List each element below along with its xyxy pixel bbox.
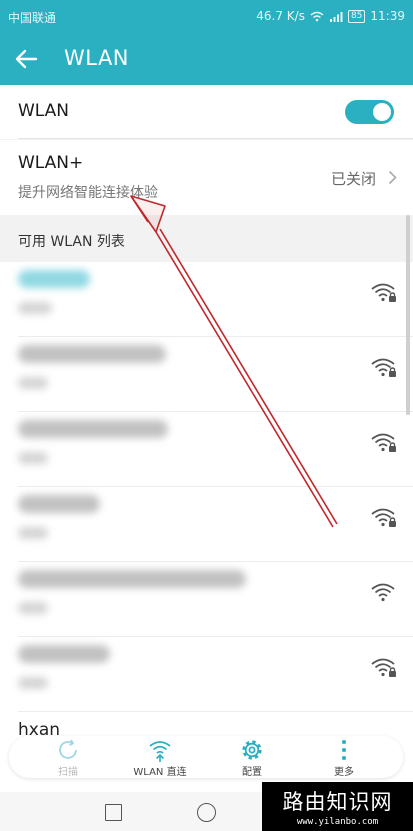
network-item[interactable] [0,412,413,487]
wlan-plus-status: 已关闭 [330,170,376,188]
network-item[interactable] [0,337,413,412]
network-status-blurred [18,677,48,689]
wifi-lock-icon [371,358,396,377]
watermark-title: 路由知识网 [282,790,393,814]
wifi-lock-icon [371,283,396,302]
more-button[interactable]: 更多 [304,737,384,778]
wifi-icon [371,583,395,602]
more-label: 更多 [334,767,354,778]
back-button[interactable] [10,45,42,73]
wifi-status-icon [310,11,324,21]
wifi-lock-icon [371,658,396,677]
section-title: 可用 WLAN 列表 [18,234,125,250]
scan-label: 扫描 [58,767,78,778]
wifi-lock-icon [371,508,396,527]
battery-icon: 85 [347,9,366,23]
network-status-blurred [18,377,48,389]
divider [18,711,413,712]
switch-knob [373,103,391,121]
network-item[interactable] [0,487,413,562]
available-networks-header: 可用 WLAN 列表 [0,215,413,262]
network-status-blurred [18,302,52,314]
network-name-blurred [18,420,168,438]
wlan-toggle-row[interactable]: WLAN [0,85,413,139]
scrollbar[interactable] [406,215,410,415]
network-name-blurred [18,645,110,663]
network-item[interactable] [0,562,413,637]
wifi-lock-icon [371,433,396,452]
network-name-blurred [18,495,100,513]
network-status-blurred [18,452,48,464]
arrow-left-icon [15,49,38,69]
network-item[interactable] [0,262,413,337]
more-icon [342,740,346,760]
signal-icon [329,11,343,22]
refresh-icon [59,739,77,759]
watermark: 路由知识网 www.yilanbo.com [262,782,413,831]
wlan-switch[interactable] [345,100,394,124]
clock: 11:39 [370,9,405,23]
status-icons: 46.7 K/s 85 11:39 [256,9,405,23]
wlan-label: WLAN [18,101,70,121]
network-status-blurred [18,527,48,539]
recents-square-icon[interactable] [105,804,122,821]
network-item[interactable] [0,637,413,712]
home-circle-icon[interactable] [197,803,216,822]
network-name-blurred [18,570,246,588]
wifi-direct-icon [149,741,171,762]
page-title: WLAN [64,46,130,70]
watermark-url: www.yilanbo.com [296,817,379,827]
wlan-plus-title: WLAN+ [18,153,84,173]
configure-button[interactable]: 配置 [212,737,292,778]
carrier-name: 中国联通 [8,11,57,25]
scan-button[interactable]: 扫描 [28,737,108,778]
network-name-blurred [18,345,166,363]
chevron-right-icon [388,170,397,185]
network-speed: 46.7 K/s [256,9,305,23]
wlan-direct-label: WLAN 直连 [133,767,187,778]
app-bar: WLAN [0,33,413,85]
wlan-plus-subtitle: 提升网络智能连接体验 [18,185,158,201]
wlan-direct-button[interactable]: WLAN 直连 [120,737,200,778]
divider [18,138,413,139]
network-list[interactable]: hxan [0,262,413,792]
network-status-blurred [18,602,48,614]
configure-label: 配置 [242,767,262,778]
network-name-blurred [18,270,90,288]
wlan-plus-row[interactable]: WLAN+ 提升网络智能连接体验 已关闭 [0,140,413,215]
gear-icon [242,740,262,760]
bottom-action-bar: 扫描 WLAN 直连 配置 更多 [9,736,403,778]
status-bar: 中国联通 46.7 K/s 85 11:39 [0,0,413,33]
